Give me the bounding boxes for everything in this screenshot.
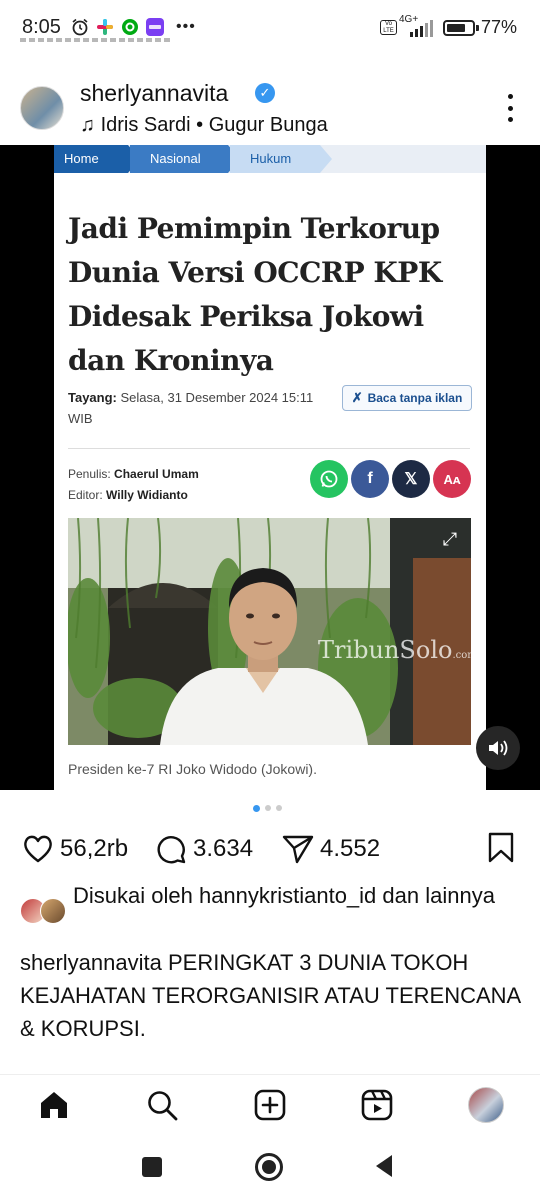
read-without-ads-button: ✗ Baca tanpa iklan <box>342 385 472 411</box>
photo-illustration <box>68 518 471 745</box>
back-icon <box>376 1155 392 1177</box>
post-media[interactable]: Home Nasional Hukum Jadi Pemimpin Terkor… <box>0 145 540 790</box>
create-tab[interactable] <box>252 1087 288 1123</box>
profile-avatar <box>468 1087 504 1123</box>
breadcrumb-home: Home <box>54 145 140 173</box>
more-notifications-icon: ••• <box>176 18 196 35</box>
battery-icon <box>443 20 475 36</box>
x-share-icon: 𝕏 <box>392 460 430 498</box>
photo-caption: Presiden ke-7 RI Joko Widodo (Jokowi). <box>68 761 317 777</box>
publish-label: Tayang: <box>68 390 117 405</box>
search-tab[interactable] <box>144 1087 180 1123</box>
send-icon <box>282 835 314 864</box>
carousel-dot <box>276 805 282 811</box>
comment-icon <box>157 836 186 864</box>
carousel-dot <box>253 804 260 812</box>
carousel-dot <box>265 805 271 811</box>
gojek-icon <box>120 17 140 37</box>
signal-icon <box>400 20 436 43</box>
post-username[interactable]: sherlyannavita <box>80 80 228 107</box>
breadcrumb: Home Nasional Hukum <box>54 145 486 173</box>
music-title: Gugur Bunga <box>208 114 328 136</box>
font-size-icon: Aᴀ <box>433 460 471 498</box>
bookmark-icon <box>488 832 514 863</box>
heart-icon <box>24 835 52 863</box>
comment-button[interactable]: 3.634 <box>155 832 253 866</box>
profile-tab[interactable] <box>468 1087 504 1123</box>
save-button[interactable] <box>487 832 515 864</box>
article-photo: ⤢ TribunSolo.com <box>68 518 471 745</box>
home-icon <box>41 1092 67 1118</box>
writer-label: Penulis: <box>68 467 111 481</box>
editor-name: Willy Widianto <box>106 488 188 502</box>
liked-by-text: Disukai oleh hannykristianto_id dan lain… <box>73 883 495 908</box>
share-button[interactable]: 4.552 <box>282 832 380 866</box>
likes-count: 56,2rb <box>60 835 129 862</box>
post-author-avatar[interactable] <box>20 86 64 130</box>
writer-name: Chaerul Umam <box>114 467 199 481</box>
facebook-share-icon: f <box>351 460 389 498</box>
status-time: 8:05 <box>22 16 61 38</box>
divider <box>68 448 470 449</box>
carousel-indicator <box>253 804 282 812</box>
search-icon <box>148 1091 178 1121</box>
no-ads-icon: ✗ <box>351 390 363 405</box>
expand-icon: ⤢ <box>442 529 458 549</box>
back-button[interactable] <box>374 1154 394 1183</box>
breadcrumb-nasional: Nasional <box>130 145 240 173</box>
like-button[interactable]: 56,2rb <box>22 832 128 866</box>
more-options-icon[interactable] <box>498 94 522 122</box>
app-notification-icon <box>95 17 115 37</box>
volte-icon: Vo LTE <box>380 20 397 35</box>
breadcrumb-hukum: Hukum <box>230 145 332 173</box>
alarm-icon <box>70 17 90 37</box>
avatar <box>40 898 66 924</box>
home-tab[interactable] <box>36 1087 72 1123</box>
post-audio-info[interactable]: ♫ Idris Sardi • Gugur Bunga <box>80 114 328 137</box>
publish-info: Tayang: Selasa, 31 Desember 2024 15:11 W… <box>68 387 328 429</box>
editor-line: Editor: Willy Widianto <box>68 488 188 502</box>
liked-by-avatars <box>20 898 66 924</box>
reels-icon <box>361 1089 393 1121</box>
whatsapp-share-icon <box>310 460 348 498</box>
previous-post-fragment <box>20 38 170 48</box>
article-headline: Jadi Pemimpin Terkorup Dunia Versi OCCRP… <box>68 212 442 377</box>
speaker-icon <box>489 740 508 756</box>
bottom-navigation <box>0 1074 540 1137</box>
battery-level <box>447 24 465 32</box>
battery-tip <box>476 25 479 31</box>
battery-percent: 77% <box>481 17 518 37</box>
reels-tab[interactable] <box>359 1087 395 1123</box>
system-navigation-bar <box>0 1138 540 1200</box>
article-screenshot: Home Nasional Hukum Jadi Pemimpin Terkor… <box>54 145 486 790</box>
tribunsolo-watermark: TribunSolo.com <box>318 636 471 664</box>
music-artist: Idris Sardi <box>100 114 191 136</box>
plus-square-icon <box>254 1089 286 1121</box>
post-caption[interactable]: sherlyannavita PERINGKAT 3 DUNIA TOKOH K… <box>20 946 520 1045</box>
app-purple-icon <box>145 17 165 37</box>
comments-count: 3.634 <box>193 835 254 862</box>
verified-badge-icon: ✓ <box>255 83 275 103</box>
sound-toggle-button[interactable] <box>476 726 520 770</box>
writer-line: Penulis: Chaerul Umam <box>68 467 199 481</box>
recent-apps-button[interactable] <box>142 1157 162 1177</box>
music-separator: • <box>196 114 204 136</box>
shares-count: 4.552 <box>320 835 381 862</box>
home-button[interactable] <box>255 1153 283 1181</box>
no-ads-label: Baca tanpa iklan <box>367 391 463 405</box>
music-note-icon: ♫ <box>80 114 95 136</box>
editor-label: Editor: <box>68 488 103 502</box>
